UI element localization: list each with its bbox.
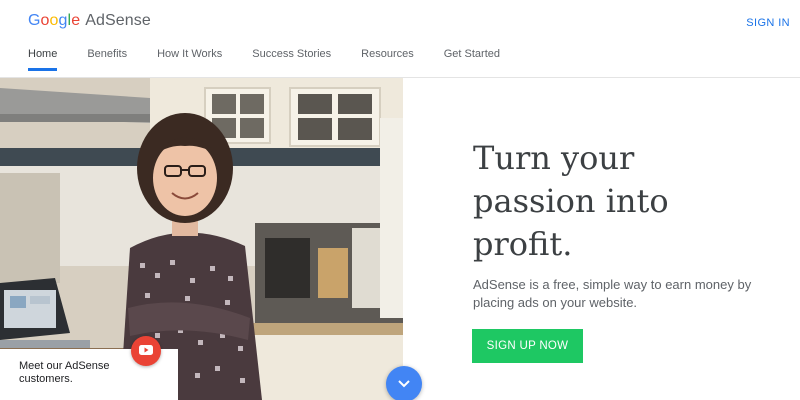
nav-item-resources[interactable]: Resources: [361, 48, 414, 71]
nav-item-success-stories[interactable]: Success Stories: [252, 48, 331, 71]
youtube-play-icon: [139, 342, 153, 360]
site-header: Go o g l e AdSense SIGN IN Home Benefits How …: [0, 0, 800, 78]
chevron-down-icon: [398, 375, 410, 393]
logo-letter: o: [40, 12, 50, 29]
logo-letter: g: [58, 12, 68, 29]
logo-letter: e: [71, 12, 81, 29]
play-video-button[interactable]: [131, 336, 161, 366]
google-adsense-logo[interactable]: Go o g l e AdSense: [28, 12, 151, 30]
logo-letter: G: [28, 12, 41, 29]
nav-item-get-started[interactable]: Get Started: [444, 48, 500, 71]
nav-item-how-it-works[interactable]: How It Works: [157, 48, 222, 71]
headline-line: Turn your: [473, 139, 635, 177]
logo-letter: o: [49, 12, 59, 29]
hero-subtext: AdSense is a free, simple way to earn mo…: [473, 277, 752, 310]
headline-line: profit.: [473, 225, 573, 263]
product-name: AdSense: [85, 12, 151, 29]
nav-item-home[interactable]: Home: [28, 48, 58, 71]
sign-in-link[interactable]: SIGN IN: [746, 17, 790, 29]
sign-up-now-button[interactable]: SIGN UP NOW: [472, 329, 583, 363]
nav-item-benefits[interactable]: Benefits: [87, 48, 127, 71]
hero-headline: Turn your passion into profit.: [473, 137, 783, 266]
scroll-down-button[interactable]: [386, 366, 422, 400]
main-nav: Home Benefits How It Works Success Stori…: [28, 48, 530, 71]
headline-line: passion into: [473, 182, 669, 220]
